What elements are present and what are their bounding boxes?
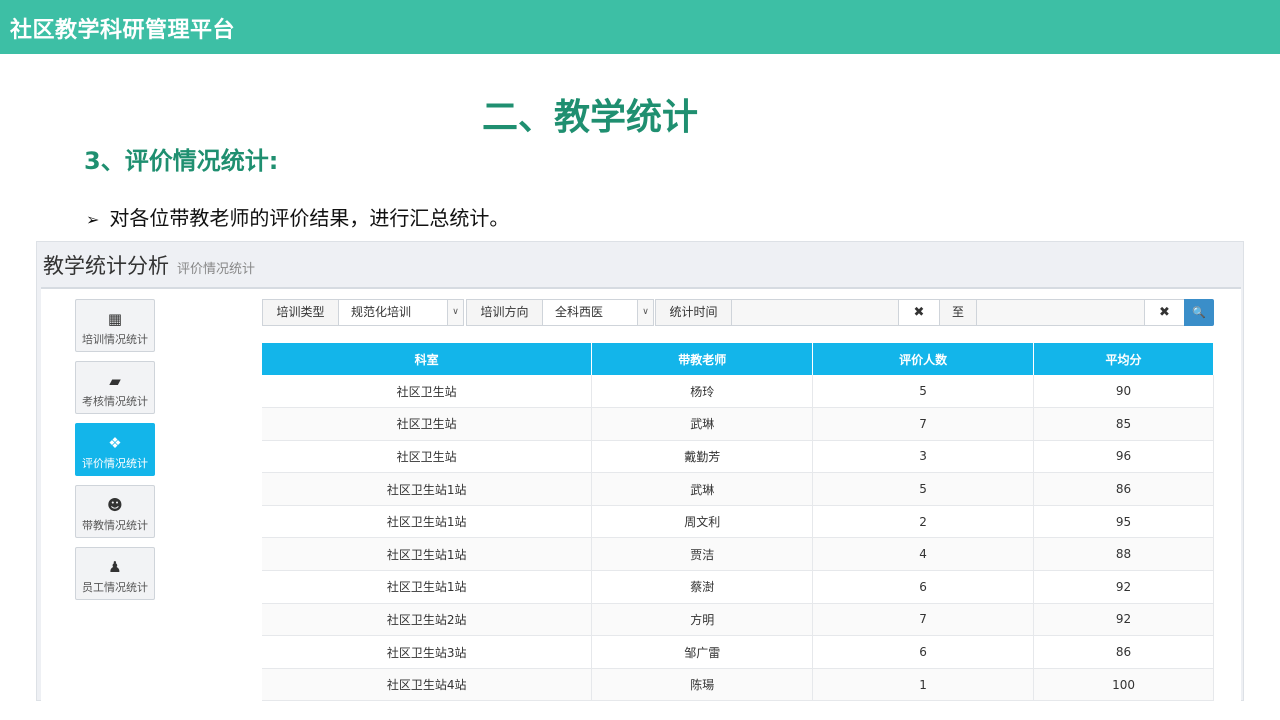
- cell-count: 2: [812, 505, 1035, 539]
- cell-teacher: 武琳: [591, 407, 814, 441]
- cell-average: 88: [1033, 537, 1214, 572]
- table-row: 社区卫生站2站 方明 7 92: [262, 603, 1214, 637]
- cell-department: 社区卫生站2站: [262, 603, 593, 637]
- app-title: 教学统计分析: [43, 254, 169, 278]
- column-header-average[interactable]: 平均分: [1033, 343, 1214, 375]
- end-date-input[interactable]: [976, 299, 1145, 326]
- users-icon: ☻: [107, 496, 123, 514]
- column-header-count[interactable]: 评价人数: [812, 343, 1035, 375]
- sidebar-item-label: 带教情况统计: [82, 519, 148, 532]
- search-button[interactable]: 🔍: [1184, 299, 1214, 326]
- cell-average: 85: [1033, 407, 1214, 441]
- cell-count: 7: [812, 603, 1035, 637]
- bullet-text: 对各位带教老师的评价结果，进行汇总统计。: [109, 206, 510, 230]
- top-banner: 社区教学科研管理平台: [0, 0, 1280, 54]
- table-row: 社区卫生站1站 周文利 2 95: [262, 505, 1214, 539]
- direction-value: 全科西医: [555, 305, 604, 319]
- bullet-arrow-icon: ➢: [86, 210, 100, 229]
- cell-department: 社区卫生站3站: [262, 635, 593, 669]
- sidebar-item-exam-stats[interactable]: ▰ 考核情况统计: [75, 361, 155, 414]
- bullet-point: ➢ 对各位带教老师的评价结果，进行汇总统计。: [86, 202, 509, 231]
- cell-department: 社区卫生站: [262, 375, 593, 409]
- direction-select[interactable]: 全科西医 ∨: [542, 299, 654, 326]
- cell-department: 社区卫生站1站: [262, 472, 593, 506]
- training-type-select[interactable]: 规范化培训 ∨: [338, 299, 464, 326]
- cell-teacher: 周文利: [591, 505, 814, 539]
- platform-title: 社区教学科研管理平台: [10, 18, 236, 43]
- table-icon: ▦: [107, 310, 123, 328]
- section-title: 3、评价情况统计:: [84, 147, 279, 175]
- table-row: 社区卫生站 武琳 7 85: [262, 407, 1214, 441]
- user-tie-icon: ♟: [108, 558, 122, 576]
- cell-department: 社区卫生站1站: [262, 570, 593, 604]
- table-row: 社区卫生站3站 邹广雷 6 86: [262, 635, 1214, 669]
- sidebar-item-label: 员工情况统计: [82, 581, 148, 594]
- table-row: 社区卫生站1站 贾洁 4 88: [262, 537, 1214, 572]
- table-row: 社区卫生站1站 蔡澍 6 92: [262, 570, 1214, 604]
- table-row: 社区卫生站 戴勤芳 3 96: [262, 440, 1214, 474]
- cell-department: 社区卫生站1站: [262, 537, 593, 572]
- cell-teacher: 戴勤芳: [591, 440, 814, 474]
- cell-count: 6: [812, 635, 1035, 669]
- sidebar-item-evaluation-stats[interactable]: ❖ 评价情况统计: [75, 423, 155, 476]
- clear-start-icon[interactable]: ✖: [898, 299, 940, 326]
- cell-average: 90: [1033, 375, 1214, 409]
- cell-count: 5: [812, 375, 1035, 409]
- chevron-down-icon: ∨: [637, 300, 653, 325]
- sidebar-item-label: 考核情况统计: [82, 395, 148, 408]
- sidebar-item-teaching-stats[interactable]: ☻ 带教情况统计: [75, 485, 155, 538]
- app-subtitle: 评价情况统计: [177, 262, 256, 277]
- content-panel: ▦ 培训情况统计 ▰ 考核情况统计 ❖ 评价情况统计 ☻ 带教情况统计 ♟ 员工…: [41, 287, 1241, 707]
- cell-average: 92: [1033, 570, 1214, 604]
- cell-teacher: 杨玲: [591, 375, 814, 409]
- column-header-department[interactable]: 科室: [262, 343, 593, 375]
- cell-count: 4: [812, 537, 1035, 572]
- slide-title: 二、教学统计: [481, 97, 698, 138]
- cell-teacher: 邹广雷: [591, 635, 814, 669]
- cell-count: 1: [812, 668, 1035, 702]
- cell-average: 86: [1033, 635, 1214, 669]
- book-icon: ▰: [109, 372, 121, 390]
- cell-department: 社区卫生站1站: [262, 505, 593, 539]
- training-type-label: 培训类型: [262, 299, 339, 326]
- sidebar-item-training-stats[interactable]: ▦ 培训情况统计: [75, 299, 155, 352]
- cell-count: 3: [812, 440, 1035, 474]
- evaluation-table: 科室 带教老师 评价人数 平均分 社区卫生站 杨玲 5 90 社区卫生站 武琳 …: [262, 343, 1214, 702]
- to-label: 至: [939, 299, 977, 326]
- cell-department: 社区卫生站: [262, 440, 593, 474]
- cell-average: 86: [1033, 472, 1214, 506]
- training-type-value: 规范化培训: [351, 305, 412, 319]
- cell-average: 95: [1033, 505, 1214, 539]
- table-row: 社区卫生站4站 陈瑒 1 100: [262, 668, 1214, 702]
- direction-label: 培训方向: [466, 299, 543, 326]
- cell-average: 96: [1033, 440, 1214, 474]
- table-row: 社区卫生站 杨玲 5 90: [262, 375, 1214, 409]
- column-header-teacher[interactable]: 带教老师: [591, 343, 814, 375]
- chevron-down-icon: ∨: [447, 300, 463, 325]
- search-icon: 🔍: [1192, 306, 1206, 319]
- cell-department: 社区卫生站: [262, 407, 593, 441]
- cell-teacher: 蔡澍: [591, 570, 814, 604]
- table-row: 社区卫生站1站 武琳 5 86: [262, 472, 1214, 506]
- cubes-icon: ❖: [108, 434, 122, 452]
- sidebar-item-label: 评价情况统计: [82, 457, 148, 470]
- cell-teacher: 方明: [591, 603, 814, 637]
- sidebar-item-staff-stats[interactable]: ♟ 员工情况统计: [75, 547, 155, 600]
- cell-teacher: 贾洁: [591, 537, 814, 572]
- app-window: 教学统计分析 评价情况统计 ▦ 培训情况统计 ▰ 考核情况统计 ❖ 评价情况统计 …: [36, 241, 1244, 707]
- app-header: 教学统计分析 评价情况统计: [43, 250, 255, 280]
- clear-end-icon[interactable]: ✖: [1144, 299, 1185, 326]
- cell-count: 6: [812, 570, 1035, 604]
- sidebar-item-label: 培训情况统计: [82, 333, 148, 346]
- cell-department: 社区卫生站4站: [262, 668, 593, 702]
- table-header-row: 科室 带教老师 评价人数 平均分: [262, 343, 1214, 375]
- time-label: 统计时间: [655, 299, 732, 326]
- cell-teacher: 武琳: [591, 472, 814, 506]
- cell-count: 7: [812, 407, 1035, 441]
- cell-teacher: 陈瑒: [591, 668, 814, 702]
- cell-count: 5: [812, 472, 1035, 506]
- cell-average: 100: [1033, 668, 1214, 702]
- cell-average: 92: [1033, 603, 1214, 637]
- start-date-input[interactable]: [731, 299, 899, 326]
